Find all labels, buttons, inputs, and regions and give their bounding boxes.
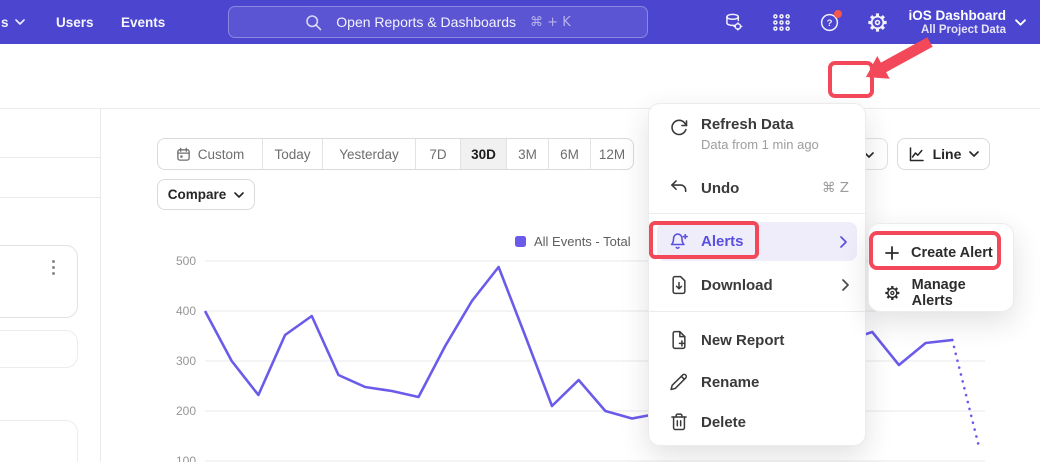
report-options-menu: Refresh Data Data from 1 min ago Undo ⌘ … bbox=[648, 103, 866, 446]
notification-dot bbox=[834, 10, 842, 18]
project-scope: All Project Data bbox=[908, 23, 1006, 37]
search-input[interactable]: Open Reports & Dashboards ⌘ + K bbox=[228, 6, 648, 38]
menu-item-text: Refresh Data Data from 1 min ago bbox=[701, 116, 819, 152]
gear-icon bbox=[884, 284, 901, 302]
chevron-down-icon bbox=[234, 192, 244, 198]
shortcut-label: ⌘ Z bbox=[822, 180, 849, 196]
rename-pencil-icon bbox=[669, 372, 689, 392]
range-3m-button[interactable]: 3M bbox=[507, 139, 549, 169]
menu-divider bbox=[649, 311, 865, 312]
apps-grid-icon[interactable] bbox=[771, 12, 792, 33]
alerts-submenu: Create Alert Manage Alerts bbox=[868, 223, 1014, 312]
submenu-item-label: Create Alert bbox=[911, 245, 993, 261]
calendar-icon bbox=[176, 147, 191, 162]
project-selector[interactable]: iOS Dashboard All Project Data bbox=[908, 0, 1026, 44]
nav-truncated-label: s bbox=[1, 15, 9, 30]
download-icon bbox=[669, 275, 689, 295]
menu-item-rename[interactable]: Rename bbox=[649, 361, 865, 403]
menu-item-label: Delete bbox=[701, 414, 746, 431]
range-yesterday-button[interactable]: Yesterday bbox=[323, 139, 416, 169]
chevron-down-icon bbox=[15, 19, 25, 25]
search-shortcut: ⌘ + K bbox=[530, 15, 571, 30]
refresh-icon bbox=[669, 118, 689, 138]
undo-icon bbox=[669, 178, 689, 198]
menu-item-label: Rename bbox=[701, 374, 759, 391]
range-label: Custom bbox=[198, 147, 245, 162]
submenu-item-manage-alerts[interactable]: Manage Alerts bbox=[869, 273, 1013, 313]
delete-trash-icon bbox=[669, 412, 689, 432]
search-icon bbox=[305, 14, 322, 31]
series-line-dotted-tail bbox=[952, 340, 979, 447]
panel-row-divider bbox=[0, 157, 100, 158]
legend-label: All Events - Total bbox=[534, 234, 631, 249]
line-chart-type-icon bbox=[908, 146, 925, 163]
range-6m-button[interactable]: 6M bbox=[549, 139, 591, 169]
chevron-right-icon bbox=[840, 236, 847, 248]
menu-item-label: Refresh Data bbox=[701, 116, 819, 133]
range-7d-button[interactable]: 7D bbox=[416, 139, 461, 169]
menu-item-alerts[interactable]: Alerts bbox=[657, 222, 857, 261]
y-axis-tick: 400 bbox=[164, 304, 196, 318]
compare-button[interactable]: Compare bbox=[157, 179, 255, 210]
menu-item-delete[interactable]: Delete bbox=[649, 401, 865, 443]
kebab-menu-icon[interactable] bbox=[52, 260, 55, 275]
plus-icon bbox=[884, 245, 900, 261]
menu-item-new-report[interactable]: New Report bbox=[649, 319, 865, 361]
y-axis-tick: 500 bbox=[164, 254, 196, 268]
search-placeholder: Open Reports & Dashboards bbox=[336, 14, 516, 30]
project-name: iOS Dashboard bbox=[908, 8, 1006, 23]
svg-text:?: ? bbox=[827, 18, 833, 29]
menu-item-sublabel: Data from 1 min ago bbox=[701, 137, 819, 152]
menu-item-undo[interactable]: Undo ⌘ Z bbox=[649, 168, 865, 208]
alert-bell-icon bbox=[669, 232, 689, 252]
menu-item-label: New Report bbox=[701, 332, 784, 349]
nav-item-truncated[interactable]: s bbox=[1, 0, 25, 44]
range-custom-button[interactable]: Custom bbox=[158, 139, 263, 169]
project-labels: iOS Dashboard All Project Data bbox=[908, 8, 1006, 37]
data-management-icon[interactable] bbox=[723, 12, 744, 33]
menu-item-label: Download bbox=[701, 277, 773, 294]
menu-item-download[interactable]: Download bbox=[649, 264, 865, 306]
builder-card[interactable] bbox=[0, 245, 78, 318]
builder-card[interactable] bbox=[0, 420, 78, 462]
builder-card[interactable] bbox=[0, 330, 78, 368]
chevron-right-icon bbox=[842, 279, 849, 291]
panel-row-divider bbox=[0, 197, 100, 198]
compare-label: Compare bbox=[168, 187, 227, 202]
menu-item-label: Alerts bbox=[701, 233, 744, 250]
new-report-icon bbox=[669, 330, 689, 350]
app-root: s Users Events Open Reports & Dashboards… bbox=[0, 0, 1040, 462]
range-30d-button[interactable]: 30D bbox=[461, 139, 507, 169]
chart-type-button[interactable]: Line bbox=[897, 138, 990, 170]
submenu-item-create-alert[interactable]: Create Alert bbox=[869, 233, 1013, 273]
nav-item-users[interactable]: Users bbox=[56, 0, 94, 44]
chart-legend: All Events - Total bbox=[515, 234, 631, 249]
chevron-down-icon bbox=[1015, 19, 1026, 26]
top-nav-bar: s Users Events Open Reports & Dashboards… bbox=[0, 0, 1040, 44]
chevron-down-icon bbox=[969, 151, 979, 157]
report-header bbox=[0, 44, 1040, 109]
topbar-icon-cluster: ? bbox=[723, 0, 888, 44]
legend-swatch bbox=[515, 236, 526, 247]
settings-gear-icon[interactable] bbox=[867, 12, 888, 33]
y-axis-tick: 200 bbox=[164, 404, 196, 418]
nav-item-events[interactable]: Events bbox=[121, 0, 165, 44]
y-axis-tick: 100 bbox=[164, 454, 196, 462]
submenu-item-label: Manage Alerts bbox=[912, 277, 1003, 309]
range-today-button[interactable]: Today bbox=[263, 139, 323, 169]
date-range-control: Custom Today Yesterday 7D 30D 3M 6M 12M bbox=[157, 138, 634, 170]
range-12m-button[interactable]: 12M bbox=[591, 139, 633, 169]
y-axis-tick: 300 bbox=[164, 354, 196, 368]
menu-divider bbox=[649, 213, 865, 214]
menu-item-refresh-data[interactable]: Refresh Data Data from 1 min ago bbox=[649, 116, 865, 164]
chart-type-label: Line bbox=[933, 146, 962, 162]
menu-item-label: Undo bbox=[701, 180, 739, 197]
help-icon[interactable]: ? bbox=[819, 12, 840, 33]
